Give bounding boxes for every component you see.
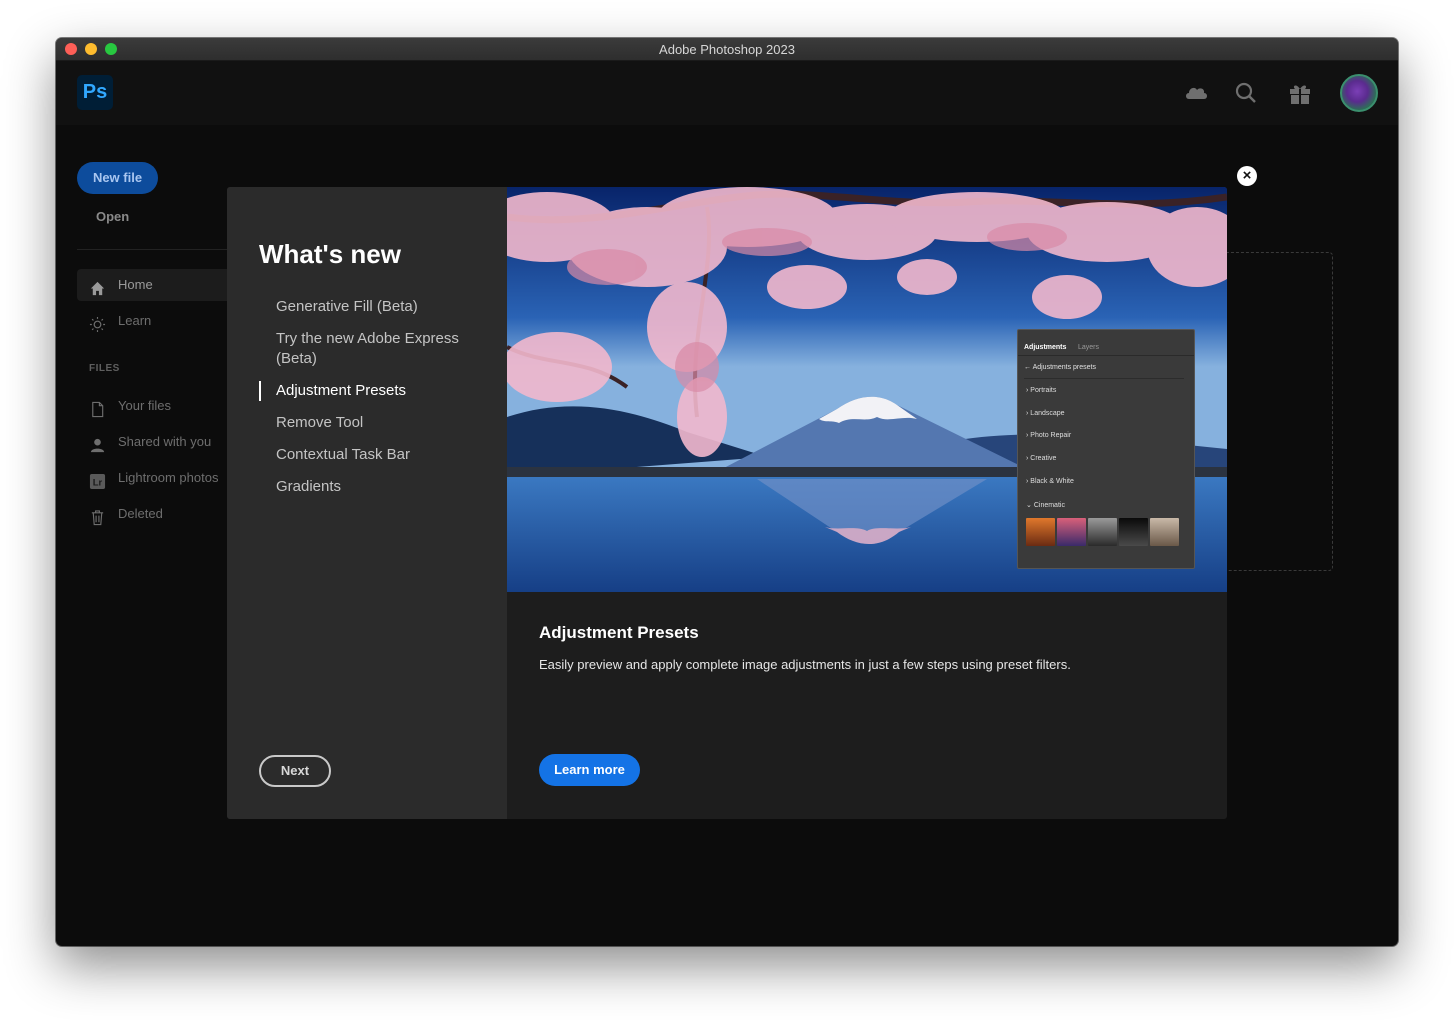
panel-tab-bar: Adjustments Layers xyxy=(1018,340,1194,356)
drop-zone xyxy=(1216,252,1333,571)
gift-icon[interactable] xyxy=(1286,79,1314,107)
back-arrow-icon: ← xyxy=(1024,364,1031,371)
next-button[interactable]: Next xyxy=(259,755,331,787)
preset-row: › Landscape xyxy=(1026,410,1065,417)
panel-back-label: Adjustments presets xyxy=(1032,364,1096,371)
window-title: Adobe Photoshop 2023 xyxy=(659,42,795,57)
preset-row-label: Cinematic xyxy=(1033,502,1065,509)
app-header: Ps xyxy=(56,61,1398,125)
sidebar-item-your-files[interactable]: Your files xyxy=(77,390,237,422)
cloud-icon[interactable] xyxy=(1182,79,1210,107)
sidebar-item-home[interactable]: Home xyxy=(77,269,237,301)
preset-row: › Creative xyxy=(1026,455,1056,462)
panel-back-link: ← Adjustments presets xyxy=(1024,364,1096,371)
sidebar-item-shared-with-you[interactable]: Shared with you xyxy=(77,426,237,458)
preset-row: › Photo Repair xyxy=(1026,432,1071,439)
title-bar: Adobe Photoshop 2023 xyxy=(56,38,1398,61)
dialog-heading: What's new xyxy=(259,239,401,269)
whats-new-dialog: What's new Generative Fill (Beta) Try th… xyxy=(227,187,1227,819)
chevron-right-icon: › xyxy=(1026,455,1029,462)
sidebar-item-label: Home xyxy=(118,277,153,292)
feature-item-remove-tool[interactable]: Remove Tool xyxy=(259,413,489,433)
sidebar-item-deleted[interactable]: Deleted xyxy=(77,498,237,530)
feature-item-contextual-task-bar[interactable]: Contextual Task Bar xyxy=(259,445,489,465)
preset-thumbnail xyxy=(1150,518,1179,546)
preset-thumbnail xyxy=(1119,518,1148,546)
preset-row-label: Portraits xyxy=(1030,387,1057,394)
feature-item-adjustment-presets[interactable]: Adjustment Presets xyxy=(259,381,489,401)
photoshop-logo[interactable]: Ps xyxy=(77,75,113,110)
preset-row-label: Black & White xyxy=(1030,478,1074,485)
chevron-right-icon: › xyxy=(1026,432,1029,439)
chevron-right-icon: › xyxy=(1026,478,1029,485)
close-dialog-button[interactable]: × xyxy=(1237,166,1257,186)
preset-row-label: Creative xyxy=(1030,455,1057,462)
search-icon[interactable] xyxy=(1232,79,1260,107)
adjustments-panel: Adjustments Layers ← Adjustments presets… xyxy=(1017,329,1195,569)
preset-row-label: Landscape xyxy=(1030,410,1065,417)
feature-preview-image: Adjustments Layers ← Adjustments presets… xyxy=(507,187,1227,592)
trash-icon xyxy=(89,506,106,526)
file-icon xyxy=(89,398,106,418)
chevron-down-icon: ⌄ xyxy=(1026,502,1032,509)
chevron-right-icon: › xyxy=(1026,410,1029,417)
feature-list: Generative Fill (Beta) Try the new Adobe… xyxy=(259,297,489,509)
open-button[interactable]: Open xyxy=(96,209,129,224)
lightroom-icon: Lr xyxy=(89,470,106,490)
preset-thumbnail xyxy=(1026,518,1055,546)
feature-description: Easily preview and apply complete image … xyxy=(539,657,1071,672)
sidebar-item-label: Lightroom photos xyxy=(118,470,219,485)
home-icon xyxy=(89,277,106,296)
preset-thumbnail xyxy=(1057,518,1086,546)
tab-adjustments: Adjustments xyxy=(1024,344,1067,351)
panel-divider xyxy=(1024,378,1184,379)
sidebar-item-label: Learn xyxy=(118,313,152,328)
files-section-header: FILES xyxy=(89,363,120,374)
sidebar-item-label: Your files xyxy=(118,398,171,413)
feature-title: Adjustment Presets xyxy=(539,623,699,642)
sidebar-item-lightroom-photos[interactable]: Lr Lightroom photos xyxy=(77,462,237,494)
feature-item-adobe-express[interactable]: Try the new Adobe Express (Beta) xyxy=(259,329,489,369)
chevron-right-icon: › xyxy=(1026,387,1029,394)
sidebar-divider xyxy=(77,249,237,250)
lightbulb-icon xyxy=(89,313,106,333)
learn-more-button[interactable]: Learn more xyxy=(539,754,640,786)
preset-row: › Black & White xyxy=(1026,478,1074,485)
person-icon xyxy=(89,434,106,453)
sidebar-item-label: Deleted xyxy=(118,506,163,521)
sidebar-item-learn[interactable]: Learn xyxy=(77,305,237,337)
preset-row: ⌄ Cinematic xyxy=(1026,501,1065,509)
sidebar-item-label: Shared with you xyxy=(118,434,212,449)
preset-thumbnails xyxy=(1026,518,1182,546)
preset-row-label: Photo Repair xyxy=(1030,432,1072,439)
app-window: Adobe Photoshop 2023 Ps New file Open Ho… xyxy=(56,38,1398,946)
feature-item-gradients[interactable]: Gradients xyxy=(259,477,489,497)
sidebar: New file Open Home Learn FILES Your file… xyxy=(56,125,237,946)
preset-thumbnail xyxy=(1088,518,1117,546)
feature-item-generative-fill[interactable]: Generative Fill (Beta) xyxy=(259,297,489,317)
tab-layers: Layers xyxy=(1078,344,1100,351)
feature-sidebar: What's new Generative Fill (Beta) Try th… xyxy=(227,187,507,819)
svg-text:Lr: Lr xyxy=(93,477,103,488)
new-file-button[interactable]: New file xyxy=(77,162,158,194)
avatar[interactable] xyxy=(1340,74,1378,112)
preset-row: › Portraits xyxy=(1026,387,1056,394)
